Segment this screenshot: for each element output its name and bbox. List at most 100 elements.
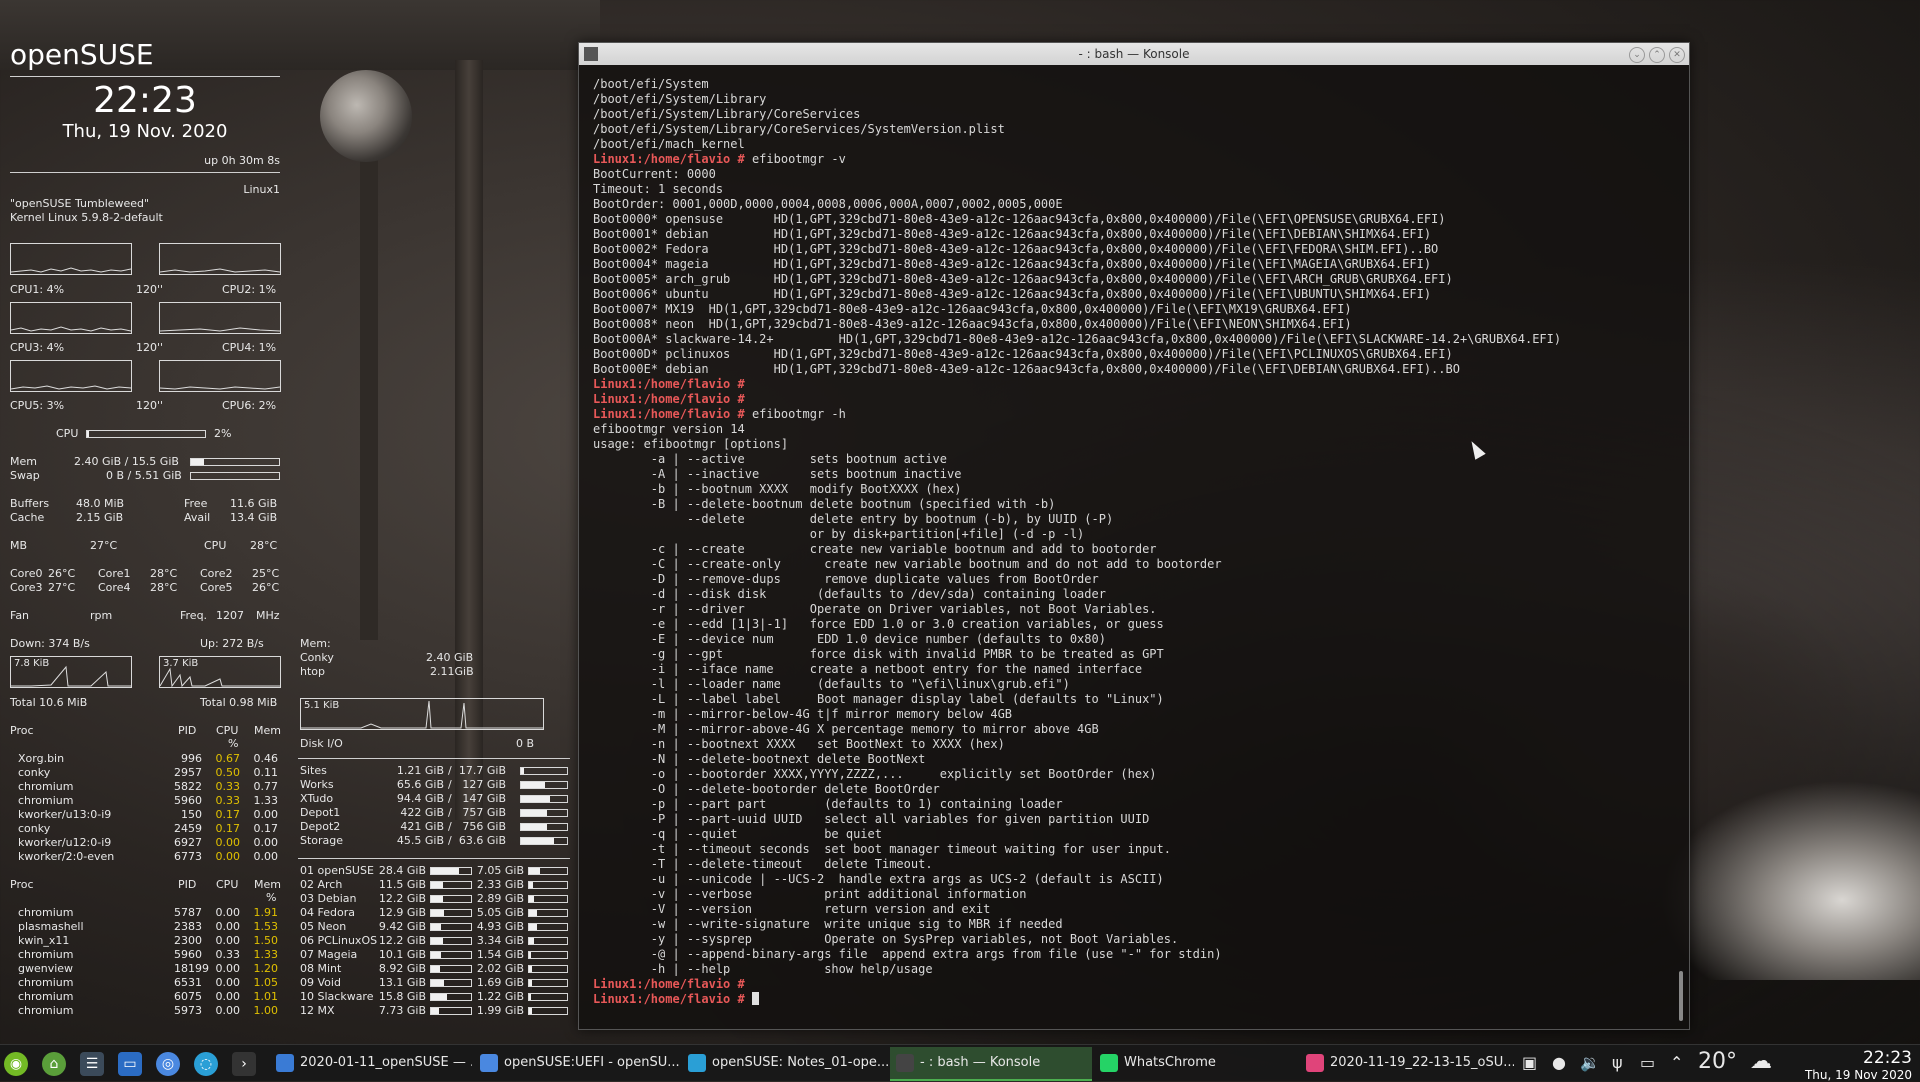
process-name: chromium [18, 1004, 74, 1017]
taskbar-task[interactable]: - : bash — Konsole [890, 1047, 1092, 1081]
mount-name: Sites [300, 764, 327, 777]
taskbar-task[interactable]: 2020-01-11_openSUSE — ... [270, 1047, 472, 1079]
clipboard-icon[interactable]: ▣ [1522, 1053, 1537, 1072]
partition-free-bar [528, 867, 568, 875]
terminal-line: -B | --delete-bootnum delete bootnum (sp… [593, 497, 1675, 512]
terminal-text: -p | --part part (defaults to 1) contain… [593, 797, 1063, 811]
wallpaper-moon [320, 70, 412, 162]
process-row: chromium 5960 0.33 1.33 [18, 794, 280, 808]
core-label: Core2 [200, 567, 233, 580]
process-cpu: 0.00 [215, 920, 241, 933]
usb-icon[interactable]: ψ [1612, 1053, 1623, 1072]
proc-header: Proc [10, 724, 34, 737]
mem-value: 2.40 GiB / 15.5 GiB [74, 455, 179, 468]
process-mem: 0.11 [253, 766, 279, 779]
terminal-line: -u | --unicode | --UCS-2 handle extra ar… [593, 872, 1675, 887]
partition-used: 8.92 GiB [378, 962, 426, 975]
notifications-icon[interactable]: ● [1552, 1053, 1566, 1072]
terminal-line: -v | --verbose print additional informat… [593, 887, 1675, 902]
terminal-line: -o | --bootorder XXXX,YYYY,ZZZZ,... expl… [593, 767, 1675, 782]
process-cpu: 0.67 [215, 752, 241, 765]
net-up: Up: 272 B/s [200, 637, 264, 650]
home-icon[interactable]: ⌂ [42, 1052, 66, 1076]
browser-icon[interactable]: ◌ [194, 1052, 218, 1076]
taskbar-task[interactable]: openSUSE: Notes_01-ope... [682, 1047, 888, 1079]
terminal-line: Boot0005* arch_grub HD(1,GPT,329cbd71-80… [593, 272, 1675, 287]
window-titlebar[interactable]: - : bash — Konsole ⌄ ⌃ ✕ [579, 43, 1689, 65]
terminal-line: -l | --loader name (defaults to "\efi\li… [593, 677, 1675, 692]
expand-tray-icon[interactable]: ⌃ [1670, 1053, 1683, 1072]
partition-used: 11.5 GiB [378, 878, 426, 891]
freq-unit: MHz [256, 609, 280, 622]
terminal-line: BootOrder: 0001,000D,0000,0004,0008,0006… [593, 197, 1675, 212]
konsole-window[interactable]: - : bash — Konsole ⌄ ⌃ ✕ /boot/efi/Syste… [578, 42, 1690, 1030]
partition-usage-bar [430, 867, 472, 875]
process-mem: 0.00 [253, 836, 279, 849]
terminal-text: -m | --mirror-below-4G t|f mirror memory… [593, 707, 1013, 721]
pid-header: PID [178, 724, 197, 737]
partition-free-bar [528, 979, 568, 987]
process-row: kworker/u13:0-i9 150 0.17 0.00 [18, 808, 280, 822]
terminal-text: Boot0005* arch_grub HD(1,GPT,329cbd71-80… [593, 272, 1453, 286]
taskbar-clock[interactable]: 22:23 Thu, 19 Nov 2020 [1805, 1048, 1912, 1082]
minimize-button[interactable]: ⌄ [1629, 47, 1645, 63]
partition-used: 12.2 GiB [378, 892, 426, 905]
terminal-line: -C | --create-only create new variable b… [593, 557, 1675, 572]
terminal-scrollbar[interactable] [1679, 971, 1683, 1021]
shell-prompt: Linux1:/home/flavio # [593, 992, 745, 1006]
mount-total: 17.7 GiB [458, 764, 506, 777]
terminal-line: Linux1:/home/flavio # efibootmgr -v [593, 152, 1675, 167]
process-pid: 996 [181, 752, 202, 765]
taskbar-task[interactable]: WhatsChrome [1094, 1047, 1296, 1079]
close-button[interactable]: ✕ [1669, 47, 1685, 63]
terminal-text: -B | --delete-bootnum delete bootnum (sp… [593, 497, 1056, 511]
terminal-output[interactable]: /boot/efi/System/boot/efi/System/Library… [593, 77, 1675, 1019]
partition-free: 2.33 GiB [476, 878, 524, 891]
volume-icon[interactable]: 🔉 [1580, 1053, 1600, 1072]
terminal-line: -D | --remove-dups remove duplicate valu… [593, 572, 1675, 587]
terminal-text: -P | --part-uuid UUID select all variabl… [593, 812, 1150, 826]
settings-icon[interactable]: ☰ [80, 1052, 104, 1076]
swap-value: 0 B / 5.51 GiB [106, 469, 182, 482]
uptime: up 0h 30m 8s [204, 154, 280, 167]
core-temp: 26°C [48, 567, 76, 580]
partition-name: 07 Mageia [300, 948, 358, 961]
terminal-text: -r | --driver Operate on Driver variable… [593, 602, 1157, 616]
terminal-line: -r | --driver Operate on Driver variable… [593, 602, 1675, 617]
cpu3-freq: 120'' [136, 341, 164, 354]
process-pid: 2957 [174, 766, 202, 779]
terminal-text: -u | --unicode | --UCS-2 handle extra ar… [593, 872, 1164, 886]
process-cpu: 0.00 [215, 836, 241, 849]
process-name: kworker/u13:0-i9 [18, 808, 112, 821]
mb-temp: 27°C [90, 539, 118, 552]
free-value: 11.6 GiB [230, 497, 278, 510]
weather-cloud-icon[interactable]: ☁ [1750, 1049, 1772, 1074]
taskbar-task[interactable]: 2020-11-19_22-13-15_oSU... [1300, 1047, 1514, 1079]
terminal-line: -e | --edd [1|3|-1] force EDD 1.0 or 3.0… [593, 617, 1675, 632]
terminal-text: -V | --version return version and exit [593, 902, 991, 916]
buffers-value: 48.0 MiB [76, 497, 125, 510]
terminal-line: Boot0000* opensuse HD(1,GPT,329cbd71-80e… [593, 212, 1675, 227]
application-launcher-icon[interactable]: ◉ [4, 1052, 28, 1076]
file-manager-icon[interactable]: ▭ [118, 1052, 142, 1076]
taskbar-task[interactable]: openSUSE:UEFI - openSU... [474, 1047, 680, 1079]
clock-time: 22:23 [1863, 1048, 1912, 1068]
terminal-text: --delete delete entry by bootnum (-b), b… [593, 512, 1114, 526]
terminal-line: Linux1:/home/flavio # efibootmgr -h [593, 407, 1675, 422]
terminal-line: Timeout: 1 seconds [593, 182, 1675, 197]
weather-temperature[interactable]: 20° [1698, 1049, 1737, 1074]
terminal-text: -L | --label label Boot manager display … [593, 692, 1164, 706]
process-mem: 0.77 [253, 780, 279, 793]
terminal-text: /boot/efi/System/Library/CoreServices/Sy… [593, 122, 1005, 136]
terminal-line: Boot0007* MX19 HD(1,GPT,329cbd71-80e8-43… [593, 302, 1675, 317]
network-icon[interactable]: ▭ [1640, 1053, 1655, 1072]
partition-name: 09 Void [300, 976, 341, 989]
terminal-icon[interactable]: › [232, 1052, 256, 1076]
partition-free-bar [528, 951, 568, 959]
terminal-text: /boot/efi/System/Library [593, 92, 767, 106]
chromium-icon[interactable]: ◎ [156, 1052, 180, 1076]
maximize-button[interactable]: ⌃ [1649, 47, 1665, 63]
task-label: 2020-01-11_openSUSE — ... [300, 1055, 472, 1070]
process-pid: 5960 [174, 948, 202, 961]
terminal-text: -M | --mirror-above-4G X percentage memo… [593, 722, 1099, 736]
